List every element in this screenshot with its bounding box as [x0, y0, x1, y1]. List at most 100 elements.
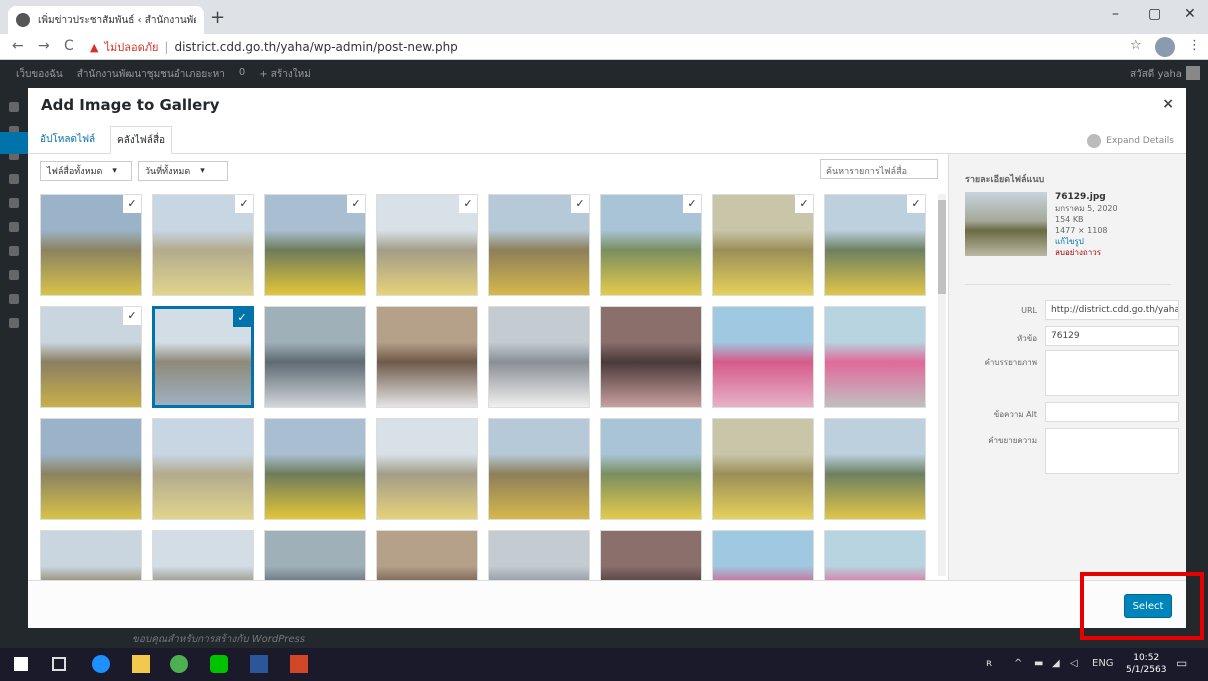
reload-button[interactable]: C	[64, 38, 74, 54]
media-thumbnail[interactable]: ✓	[376, 194, 478, 296]
media-thumbnail[interactable]: ✓	[824, 194, 926, 296]
media-thumbnail[interactable]	[376, 530, 478, 580]
alt-text-input[interactable]	[1045, 402, 1179, 422]
media-thumbnail[interactable]	[824, 418, 926, 520]
maximize-button[interactable]: ▢	[1148, 6, 1161, 22]
media-thumbnail[interactable]	[824, 306, 926, 408]
media-thumbnail[interactable]	[40, 530, 142, 580]
media-thumbnail[interactable]	[712, 306, 814, 408]
media-thumbnail[interactable]: ✓	[600, 194, 702, 296]
chrome-icon[interactable]	[170, 655, 188, 673]
tab-media-library[interactable]: คลังไฟล์สื่อ	[110, 126, 173, 154]
checkmark-icon[interactable]: ✓	[907, 195, 925, 213]
volume-icon[interactable]: ◁	[1070, 658, 1078, 669]
settings-icon[interactable]	[9, 318, 19, 328]
tray-chevron-icon[interactable]: ^	[1014, 658, 1022, 669]
edit-image-link[interactable]: แก้ไขรูป	[1055, 236, 1118, 247]
media-type-filter[interactable]: ไฟล์สื่อทั้งหมด ▾	[40, 161, 132, 181]
bookmark-star-icon[interactable]: ☆	[1130, 38, 1142, 53]
dashboard-icon[interactable]	[9, 102, 19, 112]
media-thumbnail[interactable]	[488, 530, 590, 580]
url-field[interactable]: ▲ ไม่ปลอดภัย | district.cdd.go.th/yaha/w…	[90, 37, 1120, 57]
word-icon[interactable]	[250, 655, 268, 673]
pages-icon[interactable]	[9, 222, 19, 232]
media-thumbnail[interactable]	[264, 418, 366, 520]
checkmark-icon[interactable]: ✓	[459, 195, 477, 213]
media-thumbnail[interactable]	[712, 418, 814, 520]
close-icon[interactable]: ×	[1162, 96, 1174, 112]
minimize-button[interactable]: –	[1112, 6, 1119, 22]
windows-start-icon[interactable]	[14, 657, 28, 671]
grid-scrollbar[interactable]	[938, 194, 946, 576]
admin-my-sites[interactable]: เว็บของฉัน	[16, 67, 63, 82]
tab-upload-files[interactable]: อัปโหลดไฟล์	[40, 132, 95, 147]
caption-textarea[interactable]	[1045, 350, 1179, 396]
checkmark-icon[interactable]: ✓	[123, 307, 141, 325]
powerpoint-icon[interactable]	[290, 655, 308, 673]
media-thumbnail[interactable]	[488, 306, 590, 408]
language-indicator[interactable]: ENG	[1092, 658, 1114, 669]
plugins-icon[interactable]	[9, 246, 19, 256]
media-thumbnail[interactable]	[40, 418, 142, 520]
media-thumbnail[interactable]: ✓	[152, 194, 254, 296]
media-thumbnail[interactable]: ✓	[264, 194, 366, 296]
edge-icon[interactable]	[92, 655, 110, 673]
admin-new[interactable]: + สร้างใหม่	[259, 67, 311, 82]
checkmark-icon[interactable]: ✓	[235, 195, 253, 213]
people-icon[interactable]: ʀ	[986, 658, 992, 669]
checkmark-icon[interactable]: ✓	[233, 309, 251, 327]
media-thumbnail[interactable]: ✓	[712, 194, 814, 296]
checkmark-icon[interactable]: ✓	[683, 195, 701, 213]
date-filter[interactable]: วันที่ทั้งหมด ▾	[138, 161, 228, 181]
media-thumbnail[interactable]	[264, 306, 366, 408]
title-input[interactable]: 76129	[1045, 326, 1179, 346]
user-avatar-icon[interactable]	[1186, 66, 1200, 80]
media-thumbnail[interactable]	[600, 530, 702, 580]
media-thumbnail[interactable]	[488, 418, 590, 520]
media-thumbnail[interactable]	[264, 530, 366, 580]
task-view-icon[interactable]	[52, 657, 66, 671]
sidebar-active-item[interactable]	[0, 132, 28, 154]
file-explorer-icon[interactable]	[132, 655, 150, 673]
forward-button[interactable]: →	[38, 38, 50, 54]
expand-details-toggle[interactable]: Expand Details	[1087, 134, 1174, 148]
profile-avatar[interactable]	[1155, 37, 1175, 57]
admin-site-name[interactable]: สำนักงานพัฒนาชุมชนอำเภอยะหา	[77, 67, 225, 82]
media-thumbnail[interactable]: ✓	[40, 194, 142, 296]
browser-tab[interactable]: เพิ่มข่าวประชาสัมพันธ์ ‹ สำนักงานพัฒ ×	[8, 6, 204, 34]
media-thumbnail[interactable]	[152, 418, 254, 520]
browser-menu-icon[interactable]: ⋮	[1188, 38, 1201, 53]
media-thumbnail[interactable]	[824, 530, 926, 580]
scrollbar-thumb[interactable]	[938, 200, 946, 294]
wifi-icon[interactable]: ◢	[1052, 658, 1060, 669]
media-thumbnail[interactable]	[600, 306, 702, 408]
checkmark-icon[interactable]: ✓	[571, 195, 589, 213]
window-close-button[interactable]: ✕	[1184, 6, 1196, 22]
checkmark-icon[interactable]: ✓	[347, 195, 365, 213]
media-thumbnail[interactable]	[376, 306, 478, 408]
new-tab-button[interactable]: +	[210, 7, 225, 28]
media-search-input[interactable]: ค้นหารายการไฟล์สื่อ	[820, 159, 938, 179]
media-thumbnail[interactable]	[152, 530, 254, 580]
delete-permanently-link[interactable]: ลบอย่างถาวร	[1055, 247, 1118, 258]
admin-user[interactable]: สวัสดี yaha	[1130, 67, 1182, 82]
url-field-input[interactable]: http://district.cdd.go.th/yaha/	[1045, 300, 1179, 320]
media-thumbnail[interactable]	[376, 418, 478, 520]
checkmark-icon[interactable]: ✓	[795, 195, 813, 213]
checkmark-icon[interactable]: ✓	[123, 195, 141, 213]
admin-comments[interactable]: 0	[239, 67, 245, 82]
tools-icon[interactable]	[9, 294, 19, 304]
media-thumbnail[interactable]: ✓	[488, 194, 590, 296]
pin-icon[interactable]	[9, 174, 19, 184]
media-thumbnail[interactable]	[712, 530, 814, 580]
system-clock[interactable]: 10:52 5/1/2563	[1126, 652, 1166, 676]
media-thumbnail[interactable]	[600, 418, 702, 520]
notification-icon[interactable]: ▭	[1176, 656, 1187, 670]
description-textarea[interactable]	[1045, 428, 1179, 474]
back-button[interactable]: ←	[12, 38, 24, 54]
battery-icon[interactable]: ▬	[1034, 658, 1043, 669]
line-icon[interactable]	[210, 655, 228, 673]
users-icon[interactable]	[9, 270, 19, 280]
media-thumbnail[interactable]: ✓	[40, 306, 142, 408]
pin-icon[interactable]	[9, 198, 19, 208]
